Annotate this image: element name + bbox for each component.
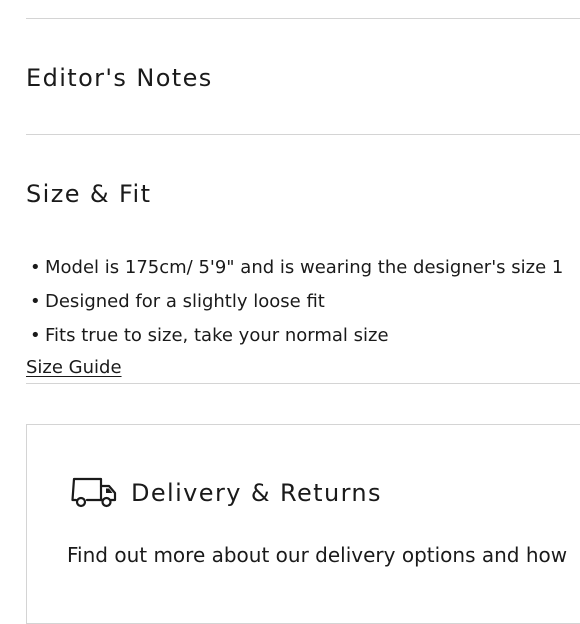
delivery-returns-title: Delivery & Returns bbox=[131, 479, 382, 507]
size-fit-divider bbox=[26, 383, 580, 384]
fit-item-text: Designed for a slightly loose fit bbox=[45, 291, 325, 312]
bullet-icon: • bbox=[30, 257, 41, 278]
editors-notes-divider bbox=[26, 134, 580, 135]
bullet-icon: • bbox=[30, 291, 41, 312]
delivery-returns-text: Find out more about our delivery options… bbox=[67, 543, 568, 567]
fit-item-text: Fits true to size, take your normal size bbox=[45, 325, 389, 346]
list-item: • Fits true to size, take your normal siz… bbox=[26, 323, 563, 357]
fit-item-text: Model is 175cm/ 5'9" and is wearing the … bbox=[45, 257, 564, 278]
editors-notes-header[interactable]: Editor's Notes bbox=[26, 66, 213, 90]
bullet-icon: • bbox=[30, 325, 41, 346]
size-fit-list: • Model is 175cm/ 5'9" and is wearing the… bbox=[26, 255, 563, 357]
list-item: • Designed for a slightly loose fit bbox=[26, 289, 563, 323]
top-divider bbox=[26, 18, 580, 19]
truck-icon bbox=[71, 477, 117, 508]
list-item: • Model is 175cm/ 5'9" and is wearing the… bbox=[26, 255, 563, 289]
delivery-returns-card[interactable]: Delivery & Returns Find out more about o… bbox=[26, 424, 580, 624]
size-guide-link[interactable]: Size Guide bbox=[26, 355, 122, 381]
size-fit-header[interactable]: Size & Fit bbox=[26, 182, 151, 206]
